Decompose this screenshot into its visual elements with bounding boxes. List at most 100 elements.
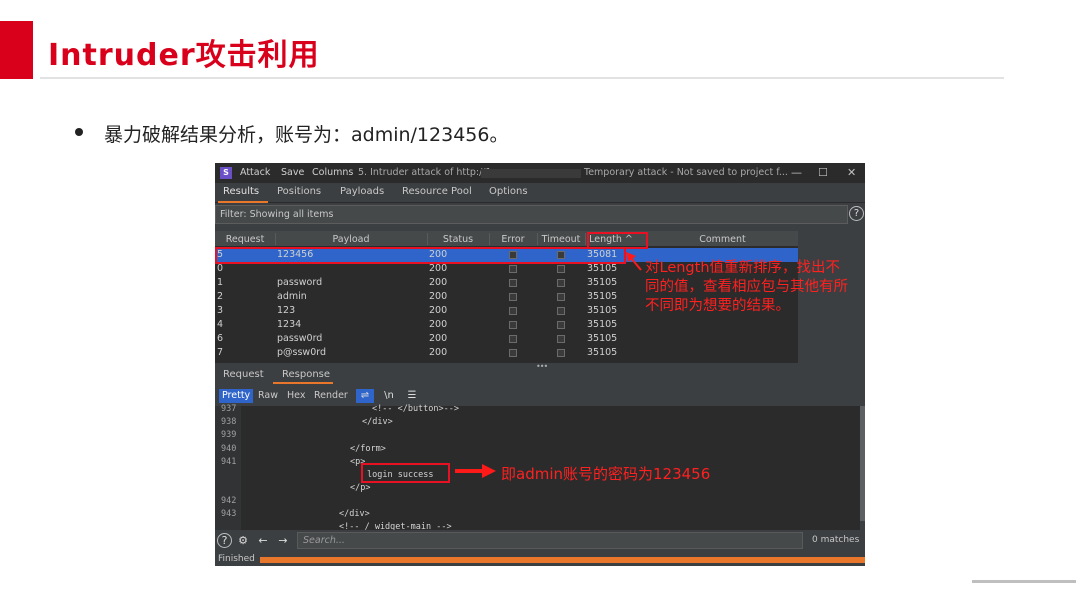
- filter-bar[interactable]: Filter: Showing all items: [215, 205, 848, 224]
- timeout-checkbox: [557, 265, 565, 273]
- table-header-filler: [798, 231, 865, 247]
- tab-positions[interactable]: Positions: [277, 186, 321, 197]
- error-checkbox: [509, 349, 517, 357]
- cell-request: 6: [217, 333, 224, 344]
- col-status[interactable]: Status: [427, 234, 489, 245]
- timeout-checkbox: [557, 335, 565, 343]
- col-timeout[interactable]: Timeout: [537, 234, 585, 245]
- code-line: </div>: [339, 509, 370, 519]
- cell-payload: admin: [277, 291, 307, 302]
- title-divider: [40, 77, 1004, 79]
- search-input[interactable]: Search...: [297, 532, 803, 549]
- table-row[interactable]: 6 passw0rd 200 35105: [215, 332, 798, 346]
- tab-request[interactable]: Request: [223, 369, 264, 380]
- timeout-checkbox: [557, 321, 565, 329]
- window-title-suffix: Temporary attack - Not saved to project …: [584, 167, 788, 178]
- code-line: </form>: [350, 444, 386, 454]
- col-request[interactable]: Request: [215, 234, 275, 245]
- cell-request: 7: [217, 347, 224, 358]
- redacted-url: [481, 169, 581, 178]
- cell-payload: 123: [277, 305, 296, 316]
- timeout-checkbox: [557, 349, 565, 357]
- menu-attack[interactable]: Attack: [240, 167, 270, 178]
- line-number: 942: [221, 496, 237, 506]
- view-pretty-button[interactable]: Pretty: [219, 389, 254, 403]
- menu-icon[interactable]: ☰: [403, 389, 421, 403]
- title-accent-bar: [0, 21, 33, 79]
- view-raw-button[interactable]: Raw: [255, 389, 281, 403]
- progress-bar: [260, 557, 865, 563]
- cell-request: 3: [217, 305, 224, 316]
- wrap-lines-icon[interactable]: ⇌: [356, 389, 374, 403]
- match-count: 0 matches: [812, 535, 860, 545]
- line-number: 937: [221, 404, 237, 414]
- close-icon[interactable]: ✕: [847, 166, 856, 179]
- cell-length: 35105: [587, 305, 618, 316]
- timeout-checkbox: [557, 293, 565, 301]
- window-titlebar: S Attack Save Columns 5. Intruder attack…: [215, 163, 865, 183]
- line-number: 938: [221, 417, 237, 427]
- error-checkbox: [509, 321, 517, 329]
- menu-columns[interactable]: Columns: [312, 167, 353, 178]
- tab-options[interactable]: Options: [489, 186, 528, 197]
- table-row[interactable]: 7 p@ssw0rd 200 35105: [215, 346, 798, 360]
- slide-title: Intruder攻击利用: [48, 38, 320, 73]
- cell-status: 200: [429, 319, 448, 330]
- help-icon[interactable]: ?: [849, 206, 864, 221]
- timeout-checkbox: [557, 307, 565, 315]
- length-annotation: 对Length值重新排序，找出不同的值，查看相应包与其他有所不同即为想要的结果。: [645, 260, 848, 314]
- arrow-right-icon[interactable]: →: [275, 533, 291, 549]
- error-checkbox: [509, 307, 517, 315]
- maximize-icon[interactable]: ☐: [818, 166, 828, 179]
- timeout-checkbox: [557, 279, 565, 287]
- bullet-icon: [75, 128, 83, 136]
- col-error[interactable]: Error: [489, 234, 537, 245]
- cell-request: 1: [217, 277, 224, 288]
- line-number: 941: [221, 457, 237, 467]
- cell-status: 200: [429, 347, 448, 358]
- tab-results[interactable]: Results: [223, 186, 259, 197]
- cell-payload: passw0rd: [277, 333, 323, 344]
- admin-annotation: 即admin账号的密码为123456: [501, 465, 711, 483]
- code-line: </div>: [362, 417, 393, 427]
- active-tab-indicator: [218, 201, 268, 203]
- selected-row-highlight: [215, 247, 626, 264]
- burp-intruder-window: S Attack Save Columns 5. Intruder attack…: [215, 163, 865, 566]
- cell-length: 35105: [587, 319, 618, 330]
- view-render-button[interactable]: Render: [311, 389, 351, 403]
- menu-save[interactable]: Save: [281, 167, 304, 178]
- line-number: 943: [221, 509, 237, 519]
- view-mode-bar: Pretty Raw Hex Render ⇌ \n ☰: [215, 387, 865, 405]
- cell-length: 35105: [587, 277, 618, 288]
- arrow-left-icon[interactable]: ←: [255, 533, 271, 549]
- gear-icon[interactable]: ⚙: [235, 533, 251, 549]
- view-hex-button[interactable]: Hex: [284, 389, 308, 403]
- cell-status: 200: [429, 291, 448, 302]
- error-checkbox: [509, 335, 517, 343]
- cell-length: 35105: [587, 291, 618, 302]
- tab-payloads[interactable]: Payloads: [340, 186, 384, 197]
- cell-status: 200: [429, 277, 448, 288]
- editor-scrollbar-thumb[interactable]: [860, 406, 865, 521]
- show-newlines-icon[interactable]: \n: [380, 389, 398, 403]
- login-success-highlight: [361, 463, 450, 483]
- tab-resource-pool[interactable]: Resource Pool: [402, 186, 472, 197]
- results-table-header: Request Payload Status Error Timeout Len…: [215, 231, 798, 247]
- cell-length: 35105: [587, 333, 618, 344]
- cell-status: 200: [429, 263, 448, 274]
- cell-request: 4: [217, 319, 224, 330]
- tab-response[interactable]: Response: [282, 369, 330, 380]
- help-icon[interactable]: ?: [217, 533, 232, 548]
- cell-status: 200: [429, 333, 448, 344]
- cell-length: 35105: [587, 263, 618, 274]
- code-line: </p>: [350, 483, 371, 493]
- status-bar: Finished: [215, 553, 865, 566]
- active-subtab-indicator: [273, 382, 333, 384]
- table-row[interactable]: 4 1234 200 35105: [215, 318, 798, 332]
- cell-request: 2: [217, 291, 224, 302]
- footer-line: [972, 580, 1076, 583]
- line-number: 940: [221, 444, 237, 454]
- col-comment[interactable]: Comment: [647, 234, 798, 245]
- minimize-icon[interactable]: —: [791, 166, 802, 179]
- col-payload[interactable]: Payload: [275, 234, 427, 245]
